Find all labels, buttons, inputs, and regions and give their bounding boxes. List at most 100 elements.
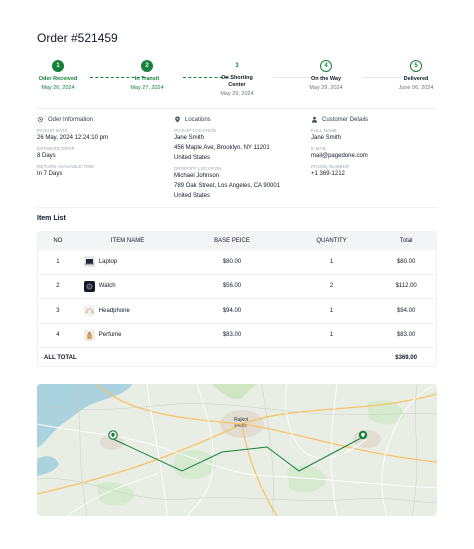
estimate-drop-label: ESTIMATE DROP: [37, 146, 75, 151]
step-on-the-way: 4 On the Way May 29, 2024: [291, 60, 361, 91]
map-canvas: Rajkot રાજકોટ: [37, 384, 437, 516]
pickup-date-value: 26 May, 2024 12:24:10 pm: [37, 135, 108, 141]
pickup-date-label: PICKUP DATE: [37, 128, 68, 133]
all-total-label: ALL TOTAL: [44, 355, 77, 361]
table-row[interactable]: 1 Laptop $80.00 1 $80.00: [38, 250, 436, 275]
row-total: $80.00: [396, 258, 416, 265]
dropoff-marker-icon: [358, 430, 368, 440]
step-order-received: 1 Oder Received May 26, 2024: [23, 60, 93, 91]
row-no: 4: [56, 332, 60, 339]
heading-text: Locations: [185, 116, 211, 123]
order-information-panel: Oder Information PICKUP DATE 26 May, 202…: [37, 116, 167, 179]
step-number: 4: [320, 60, 332, 72]
row-price: $94.00: [222, 307, 242, 314]
table-header: NO ITEM NAME BASE PEICE QUANTITY Total: [38, 232, 436, 250]
row-item: Watch: [78, 280, 178, 292]
row-item-name: Headphone: [98, 307, 130, 314]
dropoff-location-label: DROPOFF LOCATION: [174, 166, 222, 171]
locations-panel: Locations PICKUP LOCATION Jane Smith 456…: [174, 116, 309, 201]
row-item: Perfume: [78, 329, 178, 341]
row-price: $80.00: [222, 258, 242, 265]
step-date: May 27, 2024: [130, 85, 164, 91]
locations-heading: Locations: [174, 116, 309, 123]
headphone-thumb-icon: [83, 305, 95, 317]
row-qty: 2: [329, 283, 334, 290]
phone-label: PHONE NUMBER: [311, 164, 349, 169]
table-row[interactable]: 3 Headphone $94.00 1 $94.00: [38, 299, 436, 324]
step-delivered: 5 Delivered June 06, 2024: [381, 60, 451, 91]
row-item-name: Watch: [98, 283, 116, 290]
row-total: $112.00: [395, 283, 417, 290]
customer-details-panel: Customer Details FULL NAME Jane Smith E-…: [311, 116, 437, 179]
step-date: June 06, 2024: [398, 85, 434, 91]
step-label: In Transit: [134, 76, 160, 82]
pickup-address: 456 Maple Ave, Brooklyn, NY 11201: [174, 145, 270, 151]
dropoff-country: United States: [174, 193, 211, 199]
step-in-transit: 2 In Transit May 27, 2024: [112, 60, 182, 91]
row-item-name: Laptop: [98, 258, 118, 265]
location-pin-icon: [175, 116, 180, 123]
item-list-title: Item List: [37, 215, 66, 222]
phone-value: +1 369-1212: [311, 171, 345, 177]
items-table: NO ITEM NAME BASE PEICE QUANTITY Total 1…: [37, 231, 437, 367]
email-label: E-MAIL: [311, 146, 327, 151]
row-item: Headphone: [78, 305, 178, 317]
order-progress-stepper: 1 Oder Received May 26, 2024 2 In Transi…: [37, 59, 437, 100]
row-item-name: Perfume: [98, 332, 122, 339]
header-quantity: QUANTITY: [316, 238, 347, 244]
heading-text: Customer Details: [322, 116, 369, 123]
step-label: On the Way: [310, 76, 342, 82]
pickup-location-label: PICKUP LOCATION: [174, 128, 217, 133]
watch-thumb-icon: [83, 280, 95, 292]
row-no: 2: [56, 283, 60, 290]
step-date: May 29, 2024: [220, 91, 254, 97]
heading-text: Oder Information: [48, 116, 94, 123]
step-date: May 26, 2024: [41, 85, 75, 91]
header-base-price: BASE PEICE: [214, 238, 250, 244]
step-label: On Shorting Center: [221, 75, 253, 88]
dropoff-name: Michael Johnson: [174, 173, 220, 179]
row-item: Laptop: [78, 256, 178, 268]
step-number: 1: [52, 60, 64, 72]
row-no: 3: [56, 307, 60, 314]
step-label: Delivered: [403, 76, 429, 82]
divider: [37, 207, 437, 208]
row-qty: 1: [329, 258, 334, 265]
pickup-marker-icon: [108, 430, 118, 440]
return-time-label: RETURN AVAILABLE TIME: [37, 164, 95, 169]
step-sorting-center: 3 On Shorting Center May 29, 2024: [202, 59, 272, 97]
divider: [37, 108, 437, 109]
step-number: 3: [231, 59, 243, 71]
full-name-value: Jane Smith: [311, 135, 342, 141]
table-row[interactable]: 4 Perfume $83.00 1 $83.00: [38, 324, 436, 348]
header-no: NO: [53, 238, 63, 244]
row-qty: 1: [329, 307, 334, 314]
row-price: $56.00: [222, 283, 242, 290]
full-name-label: FULL NAME: [311, 128, 337, 133]
row-total: $94.00: [396, 307, 416, 314]
order-information-heading: Oder Information: [37, 116, 167, 123]
header-item-name: ITEM NAME: [110, 238, 145, 244]
laptop-thumb-icon: [83, 256, 95, 268]
return-time-value: In 7 Days: [37, 171, 63, 177]
table-row[interactable]: 2 Watch $56.00 2 $112.00: [38, 275, 436, 299]
row-price: $83.00: [222, 332, 242, 339]
row-qty: 1: [329, 332, 334, 339]
user-icon: [311, 116, 318, 123]
dropoff-address: 789 Oak Street, Los Angeles, CA 90001: [174, 183, 281, 189]
customer-details-heading: Customer Details: [311, 116, 437, 123]
header-total: Total: [399, 238, 413, 244]
row-total: $83.00: [396, 332, 416, 339]
pickup-name: Jane Smith: [174, 135, 205, 141]
all-total-value: $369.00: [395, 355, 417, 361]
step-number: 5: [410, 60, 422, 72]
step-date: May 29, 2024: [309, 85, 343, 91]
step-label: Oder Received: [38, 76, 78, 82]
gear-icon: [37, 116, 44, 123]
table-footer: ALL TOTAL $369.00: [38, 348, 436, 366]
pickup-country: United States: [174, 155, 211, 161]
row-no: 1: [56, 258, 60, 265]
route-map[interactable]: Rajkot રાજકોટ: [37, 384, 437, 516]
perfume-thumb-icon: [83, 329, 95, 341]
email-value[interactable]: mail@pagedone.com: [311, 152, 437, 161]
